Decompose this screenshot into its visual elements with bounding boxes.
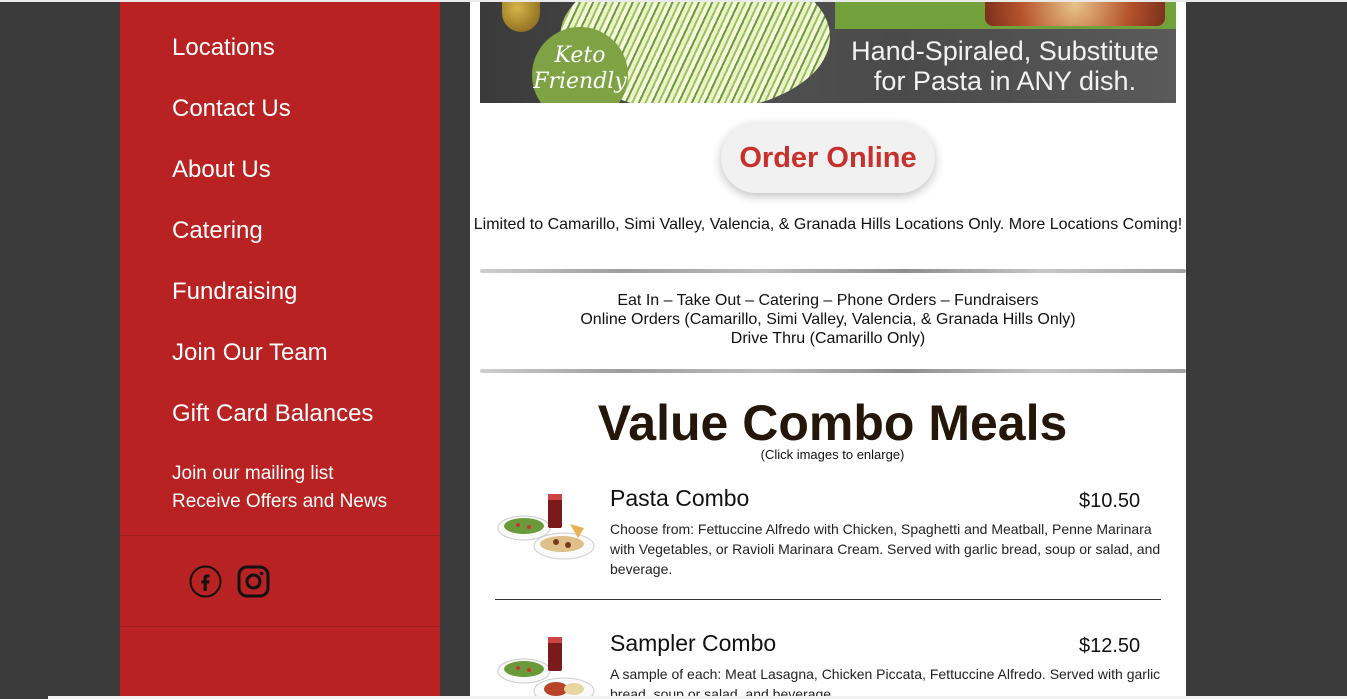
services-line3: Drive Thru (Camarillo Only) <box>730 330 926 347</box>
services-line2: Online Orders (Camarillo, Simi Valley, V… <box>580 311 1076 328</box>
sampler-combo-image[interactable] <box>496 635 596 699</box>
section-title: Value Combo Meals <box>597 395 1068 451</box>
mailing-list-link[interactable]: Join our mailing list Receive Offers and… <box>172 460 387 516</box>
main-content: Keto Friendly Hand-Spiraled, Substitute … <box>470 2 1186 699</box>
locations-note: Limited to Camarillo, Simi Valley, Valen… <box>473 216 1183 233</box>
menu-item-name: Pasta Combo <box>610 485 750 511</box>
menu-item-divider <box>495 599 1161 600</box>
nav-join-our-team[interactable]: Join Our Team <box>172 339 328 367</box>
order-online-button[interactable]: Order Online <box>721 123 935 193</box>
brush-divider <box>480 269 1186 273</box>
banner-text-line1: Hand-Spiraled, Substitute <box>851 36 1159 66</box>
instagram-icon[interactable] <box>237 565 270 598</box>
sidebar-divider <box>120 535 440 536</box>
keto-badge-line2: Friendly <box>533 69 627 94</box>
pasta-combo-image[interactable] <box>496 492 596 564</box>
brush-divider <box>480 369 1186 373</box>
nav-gift-card-balances[interactable]: Gift Card Balances <box>172 400 373 428</box>
menu-item-description: A sample of each: Meat Lasagna, Chicken … <box>610 666 1161 699</box>
mailing-list-line2: Receive Offers and News <box>172 491 388 512</box>
menu-item-price: $10.50 <box>1079 490 1141 512</box>
services-info: Eat In – Take Out – Catering – Phone Ord… <box>470 291 1186 348</box>
nav-contact-us[interactable]: Contact Us <box>172 95 291 123</box>
banner-text: Hand-Spiraled, Substitute for Pasta in A… <box>840 36 1170 96</box>
banner-text-line2: for Pasta in ANY dish. <box>873 66 1137 96</box>
sidebar-divider <box>120 626 440 627</box>
facebook-icon[interactable] <box>189 565 222 598</box>
section-subtitle: (Click images to enlarge) <box>760 447 905 462</box>
pasta-dish-image <box>985 2 1165 26</box>
nav-locations[interactable]: Locations <box>172 34 275 62</box>
menu-item-name: Sampler Combo <box>610 630 777 656</box>
olive-oil-bottle-image <box>502 2 540 32</box>
nav-catering[interactable]: Catering <box>172 217 263 245</box>
keto-badge-line1: Keto <box>554 43 606 68</box>
mailing-list-line1: Join our mailing list <box>172 463 334 484</box>
menu-item-description: Choose from: Fettuccine Alfredo with Chi… <box>610 521 1161 577</box>
menu-item-price: $12.50 <box>1079 635 1141 657</box>
services-line1: Eat In – Take Out – Catering – Phone Ord… <box>617 292 1039 309</box>
nav-about-us[interactable]: About Us <box>172 156 271 184</box>
promo-banner: Keto Friendly Hand-Spiraled, Substitute … <box>480 2 1176 103</box>
sidebar: Locations Contact Us About Us Catering F… <box>120 2 440 699</box>
nav-fundraising[interactable]: Fundraising <box>172 278 297 306</box>
